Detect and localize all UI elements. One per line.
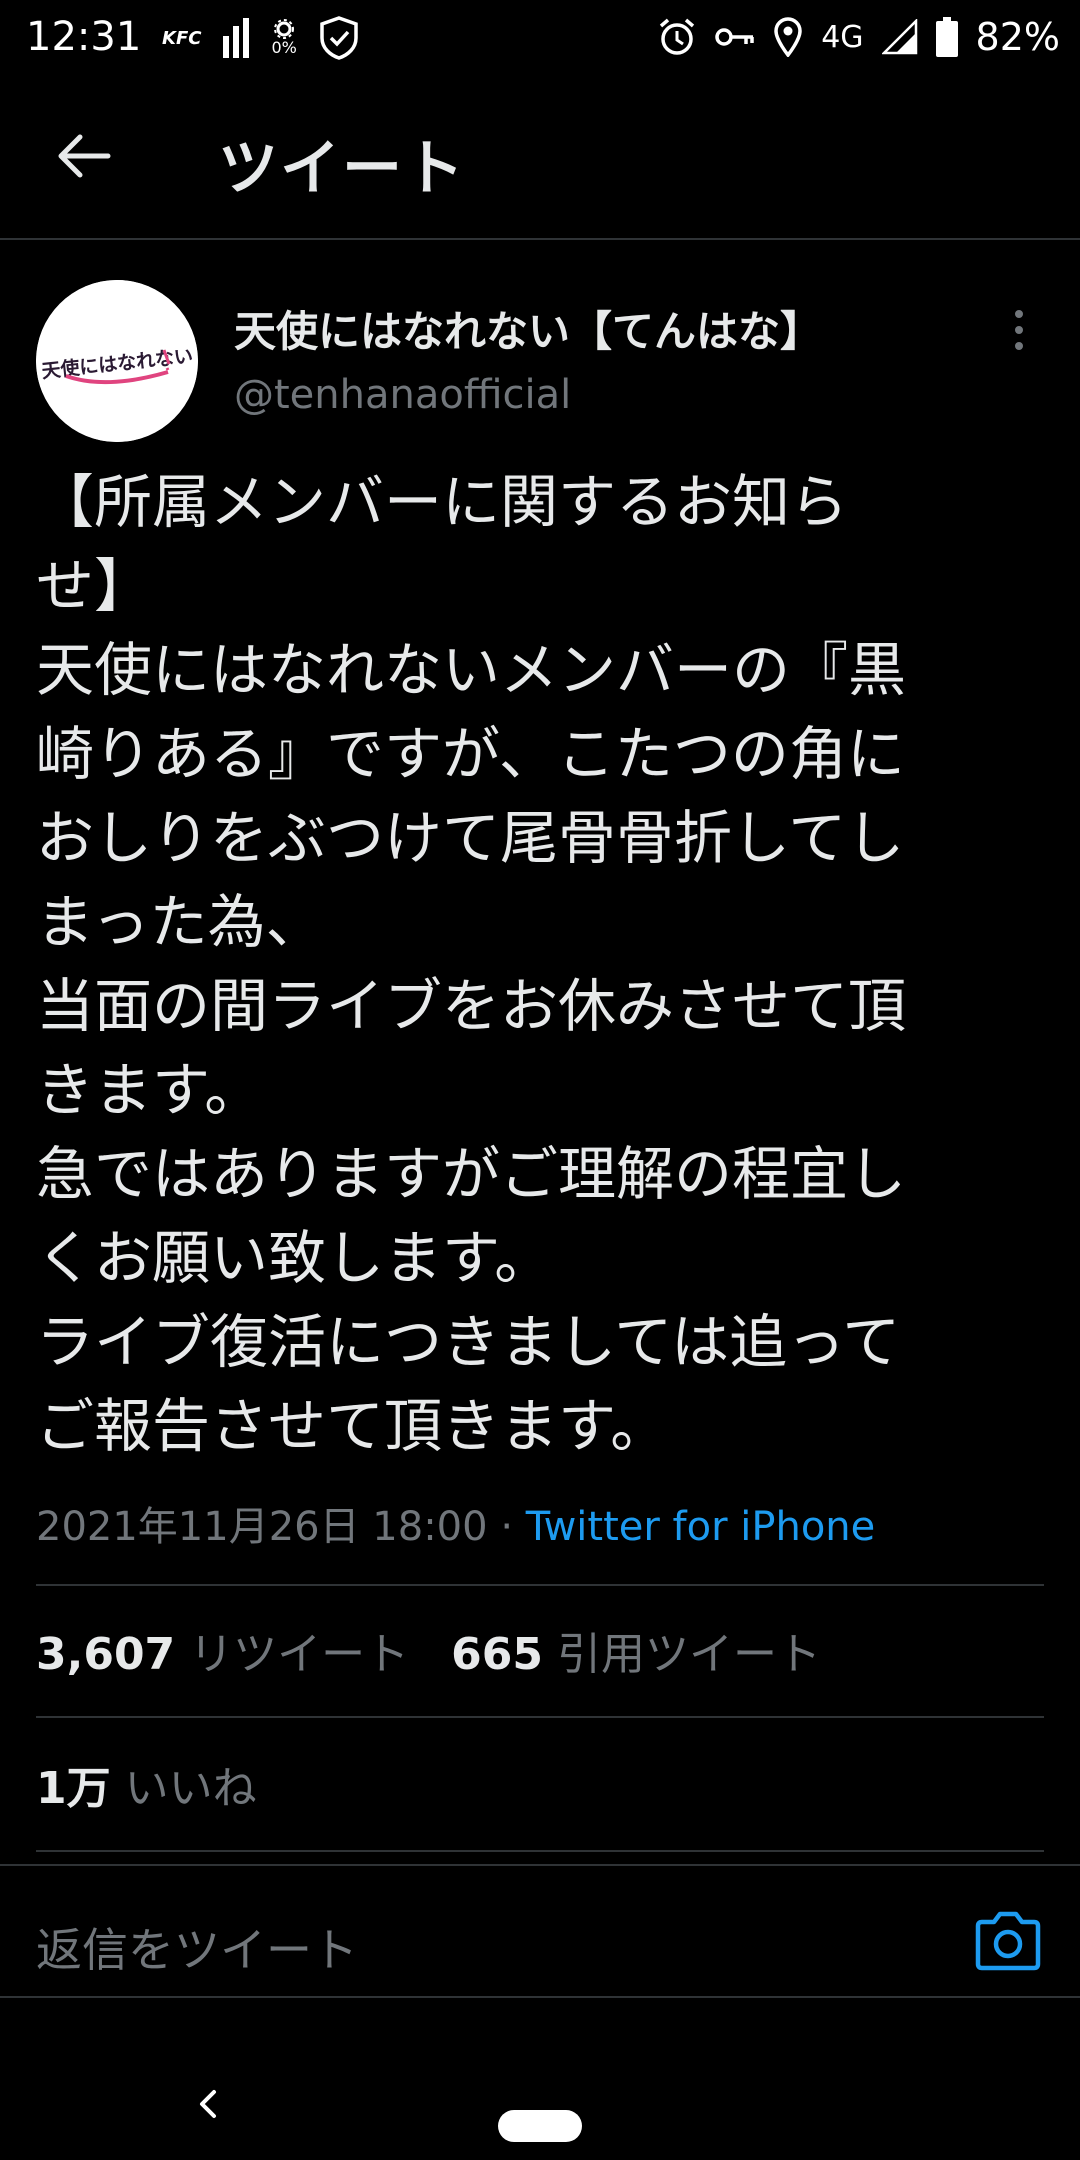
divider [36, 1584, 1044, 1586]
shield-check-icon [320, 16, 358, 60]
retweets-stat[interactable]: 3,607 リツイート [36, 1629, 409, 1680]
status-right-icons: 4G 82% [657, 12, 1060, 62]
likes-stat[interactable]: 1万 いいね [36, 1752, 257, 1816]
more-options-button[interactable] [1004, 300, 1034, 360]
dot-icon [1015, 326, 1023, 334]
status-bar: 12:31 KFC 0% 4G 82% [0, 0, 1080, 72]
quotes-stat[interactable]: 665 引用ツイート [451, 1629, 821, 1680]
avatar[interactable]: 天使にはなれない [36, 280, 198, 442]
chevron-left-icon [200, 2090, 216, 2118]
arrow-left-icon [58, 134, 111, 178]
tweet-text-line: 天使にはなれないメンバーの『黒 [36, 636, 907, 704]
tweet-text-line: ライブ復活につきましては追って [36, 1308, 901, 1376]
reply-input[interactable]: 返信をツイート [36, 1914, 358, 1980]
signal-bars-icon [223, 18, 250, 58]
alarm-icon [660, 18, 695, 55]
key-icon [715, 28, 754, 46]
status-left-icons: KFC 0% [162, 14, 359, 62]
meta-separator: · [500, 1504, 514, 1550]
tweet-text-line: 当面の間ライブをお休みさせて頂 [36, 972, 907, 1040]
location-icon [774, 17, 802, 57]
quotes-count: 665 [451, 1629, 544, 1680]
author-handle[interactable]: @tenhanaofficial [234, 372, 571, 418]
gear-icon [274, 19, 295, 39]
app-header: ツイート [0, 72, 1080, 240]
tweet-text-line: きます。 [36, 1056, 263, 1124]
tweet-source-link[interactable]: Twitter for iPhone [526, 1504, 876, 1550]
tweet-text-line: 急ではありますがご理解の程宜し [36, 1140, 907, 1208]
retweets-count: 3,607 [36, 1629, 176, 1680]
tweet-text-line: 【所属メンバーに関するお知ら [36, 468, 849, 536]
likes-count: 1万 [36, 1763, 111, 1814]
tweet-text: 【所属メンバーに関するお知ら せ】 天使にはなれないメンバーの『黒 崎りある』で… [36, 460, 1046, 1468]
dot-icon [1015, 310, 1023, 318]
tweet-text-line: まった為、 [36, 888, 324, 956]
network-type: 4G [821, 19, 864, 55]
status-time: 12:31 [26, 14, 142, 60]
group-logo-image: 天使にはなれない [36, 280, 198, 442]
tweet-text-line: せ】 [36, 552, 153, 620]
tweet-meta: 2021年11月26日 18:00 · Twitter for iPhone [36, 1494, 875, 1552]
usage-percent: 0% [271, 38, 297, 57]
retweets-label: リツイート [189, 1629, 410, 1680]
cell-signal-icon [881, 19, 917, 55]
home-pill-button[interactable] [498, 2110, 582, 2142]
data-usage-indicator: 0% [271, 19, 297, 57]
tweet-text-line: 崎りある』ですが、こたつの角に [36, 720, 905, 788]
quotes-label: 引用ツイート [557, 1629, 822, 1680]
tweet-text-line: くお願い致します。 [36, 1224, 553, 1292]
tweet-text-line: おしりをぶつけて尾骨骨折してし [36, 804, 905, 872]
tweet-timestamp[interactable]: 2021年11月26日 18:00 [36, 1504, 488, 1550]
battery-percent: 82% [975, 15, 1060, 59]
likes-label: いいね [124, 1763, 257, 1814]
dot-icon [1015, 342, 1023, 350]
tweet-detail-screen: 12:31 KFC 0% 4G 82% ツイート 天使にはなれない 天使にはなれ… [0, 0, 1080, 2160]
divider [36, 1716, 1044, 1718]
reply-bottom-border [0, 1996, 1080, 1998]
system-navigation-bar [0, 2040, 1080, 2160]
camera-icon [975, 1911, 1041, 1971]
reply-top-border [0, 1864, 1080, 1866]
author-display-name[interactable]: 天使にはなれない【てんはな】 [234, 298, 822, 359]
page-title: ツイート [218, 134, 466, 204]
tweet-text-line: ご報告させて頂きます。 [36, 1392, 669, 1460]
battery-icon [935, 17, 958, 57]
back-button[interactable] [48, 120, 120, 192]
divider [36, 1850, 1044, 1852]
kfc-icon: KFC [162, 27, 202, 49]
camera-button[interactable] [972, 1908, 1044, 1974]
engagement-stats: 3,607 リツイート 665 引用ツイート [36, 1618, 821, 1682]
system-back-button[interactable] [190, 2084, 226, 2124]
